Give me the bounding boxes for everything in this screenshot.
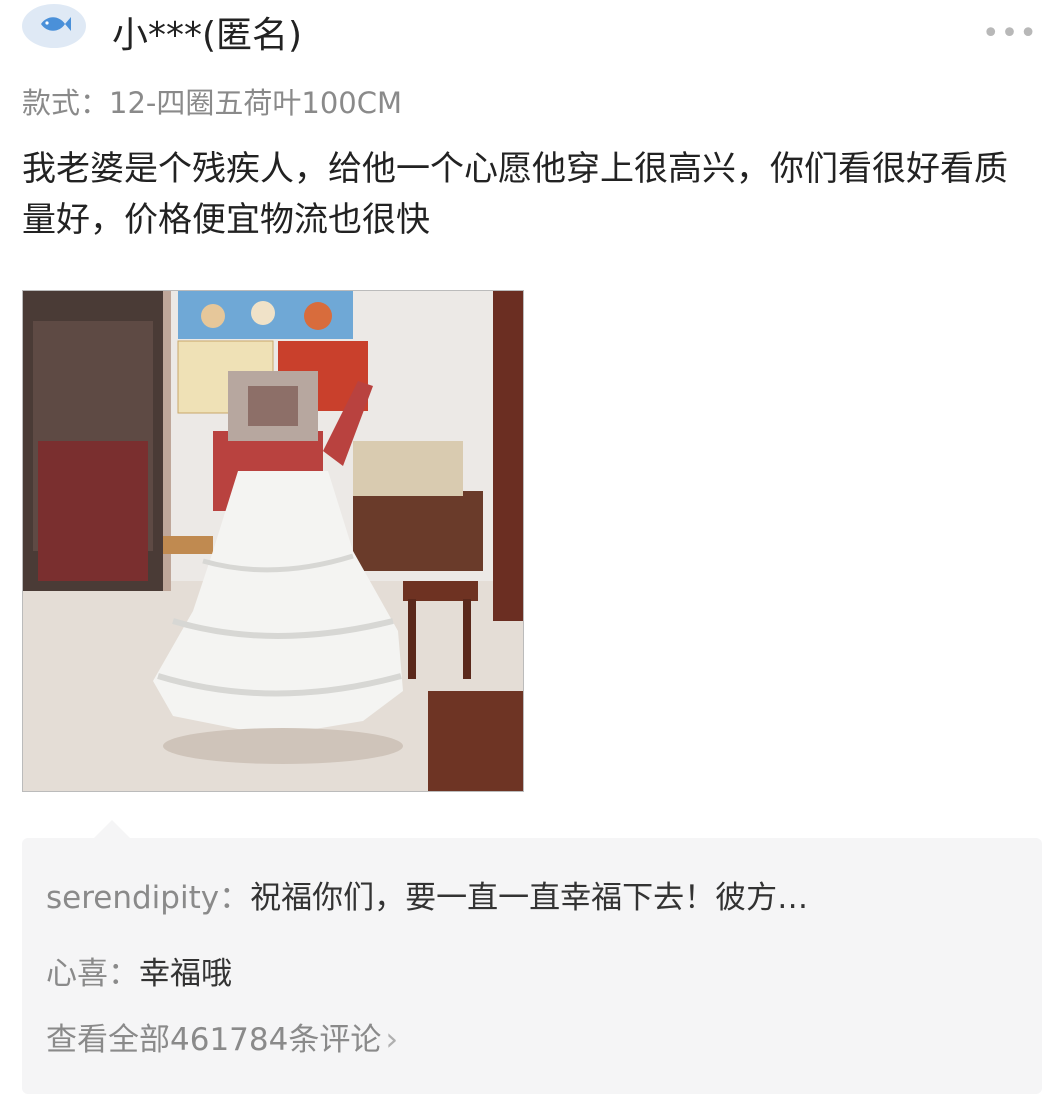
- comment-item[interactable]: serendipity：祝福你们，要一直一直幸福下去！彼方…: [46, 872, 808, 917]
- comment-item[interactable]: 心喜：幸福哦: [46, 948, 232, 993]
- more-dots-icon[interactable]: •••: [982, 16, 1038, 51]
- view-all-label: 查看全部461784条评论: [46, 1022, 382, 1058]
- comments-panel: serendipity：祝福你们，要一直一直幸福下去！彼方… 心喜：幸福哦 查看…: [22, 838, 1042, 1094]
- product-spec: 款式：12-四圈五荷叶100CM: [22, 86, 402, 120]
- review-header: 小***(匿名) •••: [0, 0, 1052, 70]
- comment-text: 祝福你们，要一直一直幸福下去！彼方…: [250, 880, 809, 916]
- review-text: 我老婆是个残疾人，给他一个心愿他穿上很高兴，你们看很好看质量好，价格便宜物流也很…: [22, 149, 1008, 240]
- comment-text: 幸福哦: [139, 956, 232, 992]
- username[interactable]: 小***(匿名): [112, 6, 302, 58]
- view-all-comments-link[interactable]: 查看全部461784条评论 ›: [46, 1014, 398, 1059]
- avatar[interactable]: [22, 4, 86, 48]
- chevron-right-icon: ›: [385, 1020, 399, 1058]
- fish-icon: [37, 13, 71, 39]
- comment-author: 心喜：: [46, 956, 139, 992]
- review-photo[interactable]: [22, 290, 524, 792]
- comment-author: serendipity：: [46, 880, 251, 916]
- comment-pointer: [92, 820, 132, 840]
